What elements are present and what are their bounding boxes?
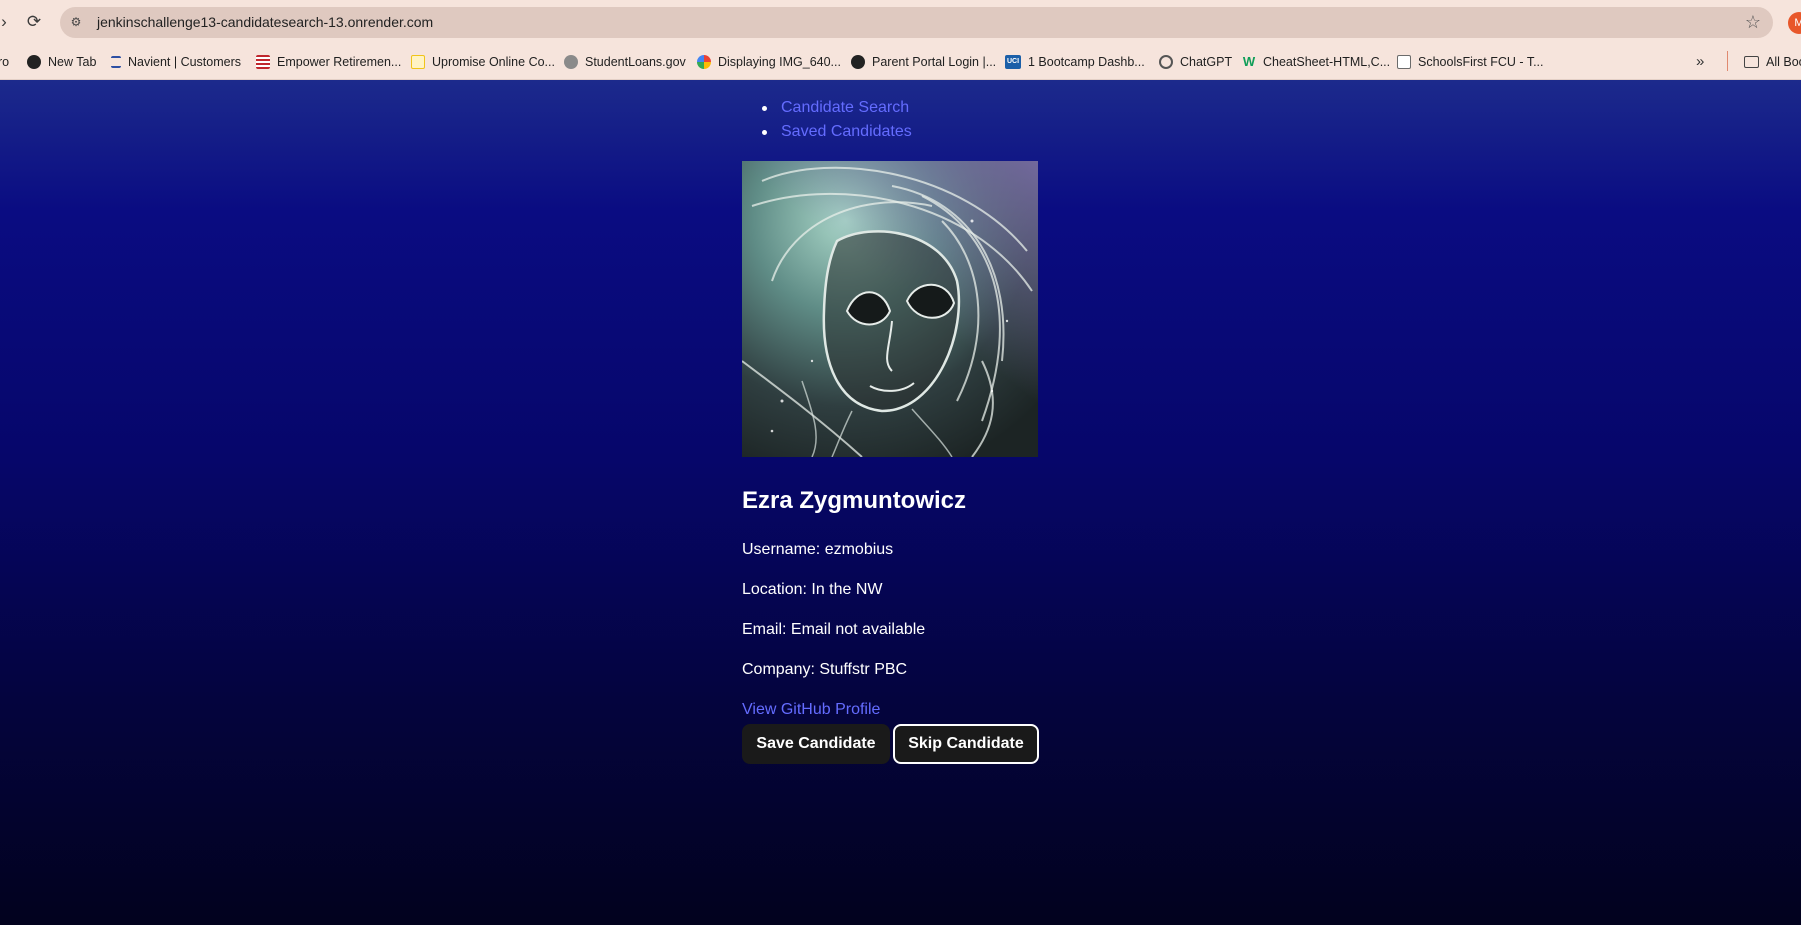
browser-toolbar: › ⟳ ⚙ jenkinschallenge13-candidatesearch… — [0, 0, 1801, 44]
bookmark-label: SchoolsFirst FCU - T... — [1418, 55, 1544, 69]
candidate-avatar — [742, 161, 1038, 457]
bookmark-empower[interactable]: Empower Retiremen... — [256, 50, 401, 74]
bookmark-label: Parent Portal Login |... — [872, 55, 997, 69]
folder-icon — [1744, 56, 1759, 68]
bookmark-label: CheatSheet-HTML,C... — [1263, 55, 1391, 69]
skip-candidate-button[interactable]: Skip Candidate — [893, 724, 1039, 764]
bookmark-schoolsfirst[interactable]: SchoolsFirst FCU - T... — [1397, 50, 1543, 74]
saved-candidates-link[interactable]: Saved Candidates — [781, 123, 912, 140]
bookmark-parent-portal[interactable]: Parent Portal Login |... — [851, 50, 996, 74]
bookmark-partial[interactable]: ro — [0, 50, 9, 74]
profile-avatar[interactable]: M — [1788, 12, 1801, 34]
flag-icon — [256, 55, 270, 69]
url-text[interactable]: jenkinschallenge13-candidatesearch-13.on… — [97, 13, 433, 32]
photos-icon — [697, 55, 711, 69]
bookmark-label: All Boo — [1766, 55, 1801, 69]
candidate-username: Username: ezmobius — [742, 541, 894, 558]
bookmark-cheatsheet[interactable]: W CheatSheet-HTML,C... — [1242, 50, 1390, 74]
book-icon — [1397, 55, 1411, 69]
bookmark-new-tab[interactable]: New Tab — [27, 50, 96, 74]
upromise-icon — [411, 55, 425, 69]
bookmark-label: New Tab — [48, 55, 97, 69]
candidate-location: Location: In the NW — [742, 581, 883, 598]
avatar-artwork — [742, 161, 1038, 457]
save-candidate-button[interactable]: Save Candidate — [742, 724, 890, 764]
chatgpt-icon — [1159, 55, 1173, 69]
uci-icon: UCI — [1005, 55, 1021, 69]
site-nav: Candidate Search Saved Candidates — [762, 96, 912, 144]
candidate-name: Ezra Zygmuntowicz — [742, 487, 967, 514]
reload-icon[interactable]: ⟳ — [24, 12, 44, 32]
seal-icon — [564, 55, 578, 69]
bookmarks-divider — [1727, 51, 1728, 71]
bookmark-photos[interactable]: Displaying IMG_640... — [697, 50, 841, 74]
bookmark-label: Upromise Online Co... — [432, 55, 555, 69]
bookmark-chatgpt[interactable]: ChatGPT — [1159, 50, 1232, 74]
bookmark-label: StudentLoans.gov — [585, 55, 686, 69]
bookmark-navient[interactable]: Navient | Customers — [111, 50, 241, 74]
globe-icon — [851, 55, 865, 69]
globe-icon — [27, 55, 41, 69]
more-bookmarks-icon[interactable]: » — [1696, 54, 1704, 69]
bookmarks-bar: ro New Tab Navient | Customers Empower R… — [0, 44, 1801, 80]
bookmark-label: Empower Retiremen... — [277, 55, 402, 69]
nav-item-saved-candidates: Saved Candidates — [762, 120, 912, 144]
bookmark-star-icon[interactable]: ☆ — [1745, 12, 1761, 32]
site-info-icon[interactable]: ⚙ — [68, 14, 84, 30]
github-profile-link[interactable]: View GitHub Profile — [742, 700, 880, 720]
page-content: Candidate Search Saved Candidates Ezra Z… — [0, 80, 1801, 925]
bookmark-label: 1 Bootcamp Dashb... — [1028, 55, 1145, 69]
bookmark-label: Navient | Customers — [128, 55, 242, 69]
bookmark-bootcamp[interactable]: UCI 1 Bootcamp Dashb... — [1005, 50, 1145, 74]
address-bar[interactable]: ⚙ jenkinschallenge13-candidatesearch-13.… — [60, 7, 1773, 38]
nav-item-candidate-search: Candidate Search — [762, 96, 912, 120]
w-icon: W — [1242, 54, 1256, 69]
candidate-search-link[interactable]: Candidate Search — [781, 99, 909, 116]
forward-icon[interactable]: › — [0, 12, 8, 32]
all-bookmarks[interactable]: All Boo — [1744, 50, 1801, 74]
candidate-email: Email: Email not available — [742, 621, 926, 638]
bookmark-label: ChatGPT — [1180, 55, 1233, 69]
bookmark-label: Displaying IMG_640... — [718, 55, 841, 69]
bookmark-studentloans[interactable]: StudentLoans.gov — [564, 50, 686, 74]
bookmark-upromise[interactable]: Upromise Online Co... — [411, 50, 555, 74]
candidate-company: Company: Stuffstr PBC — [742, 661, 908, 678]
navient-icon — [111, 56, 121, 68]
